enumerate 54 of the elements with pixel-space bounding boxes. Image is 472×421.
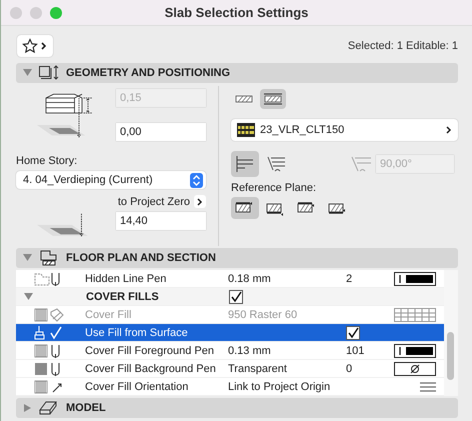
- composite-structure-button[interactable]: [260, 89, 286, 109]
- home-story-select[interactable]: 4. 04_Verdieping (Current): [16, 171, 206, 189]
- setting-value: Link to Project Origin: [228, 380, 330, 392]
- setting-value: Transparent: [228, 362, 287, 374]
- setting-label: Cover Fill: [85, 308, 132, 320]
- composite-icon: [237, 123, 255, 137]
- scrollbar-thumb[interactable]: [447, 332, 454, 380]
- angled-edge-icon: [265, 154, 287, 174]
- elevation-field[interactable]: 14,40: [116, 212, 206, 230]
- section-header[interactable]: FLOOR PLAN AND SECTION: [16, 248, 458, 268]
- section-header[interactable]: GEOMETRY AND POSITIONING: [16, 63, 458, 83]
- setting-label: Hidden Line Pen: [85, 272, 168, 284]
- settings-row[interactable]: Use Fill from Surface: [16, 324, 444, 342]
- fill-pattern-icon: [394, 308, 436, 322]
- setting-label: Use Fill from Surface: [85, 326, 189, 338]
- section-header[interactable]: MODEL: [16, 398, 458, 418]
- reference-menu-button[interactable]: [194, 195, 206, 208]
- checkbox[interactable]: [229, 290, 243, 304]
- geometry-icon: [38, 65, 60, 81]
- reference-plane-label: Reference Plane:: [231, 182, 317, 194]
- settings-row[interactable]: COVER FILLS: [16, 288, 444, 306]
- pen-number: 0: [346, 362, 352, 374]
- offset-field[interactable]: 0,00: [116, 123, 206, 141]
- setting-value: 950 Raster 60: [228, 308, 298, 320]
- transparent-pen-icon: [394, 362, 436, 376]
- group-label: COVER FILLS: [86, 290, 160, 302]
- stepper-icon: [190, 172, 203, 188]
- settings-row[interactable]: Cover Fill Foreground Pen 0.13 mm 101: [16, 342, 444, 360]
- setting-value: 0.18 mm: [228, 272, 271, 284]
- settings-row[interactable]: Cover Fill Background Pen Transparent 0: [16, 360, 444, 378]
- setting-value: 0.13 mm: [228, 344, 271, 356]
- chevron-icon: [197, 198, 203, 206]
- checkbox[interactable]: [346, 326, 360, 340]
- setting-label: Cover Fill Background Pen: [85, 362, 217, 374]
- chevron-icon: [446, 126, 452, 134]
- reference-plane-button[interactable]: [231, 197, 259, 219]
- pen-swatch-icon: [394, 344, 436, 358]
- setting-label: Cover Fill Foreground Pen: [85, 344, 216, 356]
- home-story-label: Home Story:: [16, 155, 78, 167]
- selection-info: Selected: 1 Editable: 1: [348, 40, 458, 52]
- setting-label: Cover Fill Orientation: [85, 380, 190, 392]
- hatched-slab-icon: [263, 92, 283, 106]
- settings-row[interactable]: Cover Fill Orientation Link to Project Origin: [16, 378, 444, 396]
- composite-select[interactable]: 23_VLR_CLT150: [231, 119, 458, 141]
- orientation-lines-icon: [420, 382, 436, 392]
- to-project-zero-label: to Project Zero: [118, 196, 190, 208]
- model-icon: [38, 400, 60, 416]
- pen-number: 101: [346, 344, 364, 356]
- angle-icon: [349, 154, 373, 174]
- perpendicular-edge-button[interactable]: [231, 151, 259, 177]
- square-edge-icon: [234, 154, 256, 174]
- window-title: Slab Selection Settings: [164, 5, 308, 20]
- favorites-button[interactable]: [17, 35, 53, 57]
- pen-number: 2: [346, 272, 352, 284]
